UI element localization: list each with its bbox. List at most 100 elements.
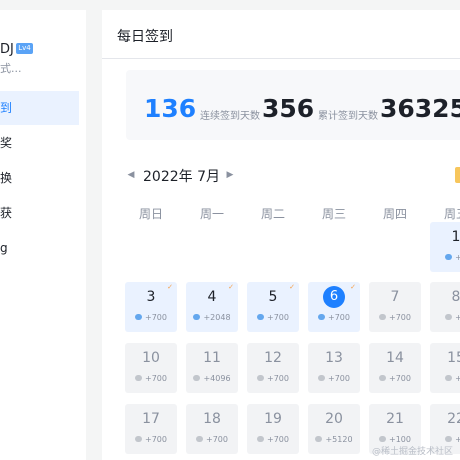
weekday-label: 周四 bbox=[382, 207, 407, 221]
ore-amount: +700 bbox=[145, 435, 167, 444]
ore-amount: +7 bbox=[455, 313, 460, 322]
ore-amount: +700 bbox=[389, 313, 411, 322]
streak-label: 连续签到天数 bbox=[200, 111, 260, 122]
check-icon: ✓ bbox=[228, 283, 234, 291]
check-icon: ✓ bbox=[167, 283, 173, 291]
ore-reward: +700 bbox=[125, 374, 177, 383]
day-number: 1 bbox=[451, 229, 460, 245]
calendar-day-cell[interactable]: 12 +700 bbox=[247, 343, 299, 393]
ore-reward: +700 bbox=[247, 435, 299, 444]
ore-icon bbox=[135, 314, 142, 320]
sidebar-item-checkin[interactable]: 到 bbox=[0, 91, 79, 125]
ore-icon bbox=[257, 314, 264, 320]
ore-reward: +700 bbox=[369, 313, 421, 322]
calendar-day-cell[interactable]: 17 +700 bbox=[125, 404, 177, 454]
day-number: 22 bbox=[447, 411, 460, 427]
ore-reward: +700 bbox=[125, 313, 177, 322]
weekday-label: 周日 bbox=[138, 207, 163, 221]
ore-icon bbox=[193, 375, 201, 381]
calendar-day-cell[interactable]: 10 +700 bbox=[125, 343, 177, 393]
ore-reward: +700 bbox=[247, 313, 299, 322]
calendar-day-cell[interactable]: 14 +700 bbox=[369, 343, 421, 393]
user-name[interactable]: DJ bbox=[0, 42, 14, 57]
chevron-right-icon[interactable]: ▶ bbox=[225, 168, 235, 182]
ore-reward: +7 bbox=[430, 435, 460, 444]
calendar-day-cell[interactable]: 3 +700 ✓ bbox=[125, 282, 177, 332]
day-number: 20 bbox=[325, 411, 343, 427]
gift-icon[interactable] bbox=[455, 167, 460, 183]
divider bbox=[102, 58, 460, 59]
day-number: 21 bbox=[386, 411, 404, 427]
ore-icon bbox=[445, 314, 453, 320]
calendar-day-cell[interactable]: 5 +700 ✓ bbox=[247, 282, 299, 332]
weekday-label: 周五 bbox=[443, 207, 460, 221]
ore-reward: +2048 bbox=[186, 313, 238, 322]
ore-amount: +700 bbox=[206, 435, 228, 444]
ore-reward: +6 bbox=[430, 253, 460, 262]
weekday-label: 周三 bbox=[321, 207, 346, 221]
day-number: 4 bbox=[207, 289, 217, 305]
day-number: 10 bbox=[142, 350, 160, 366]
page-title: 每日签到 bbox=[117, 29, 173, 45]
weekday-label: 周二 bbox=[260, 207, 285, 221]
day-number: 5 bbox=[268, 289, 278, 305]
month-switcher: ◀ 2022年 7月 ▶ bbox=[126, 165, 460, 187]
ore-reward: +4096 bbox=[186, 374, 238, 383]
day-number: 6 bbox=[323, 286, 345, 308]
ore-icon bbox=[196, 436, 203, 442]
calendar-day-cell[interactable]: 6 +700 ✓ bbox=[308, 282, 360, 332]
ore-count: 36325 bbox=[380, 94, 460, 123]
month-label: 2022年 7月 bbox=[143, 169, 220, 185]
sidebar-item-label: 到 bbox=[0, 101, 13, 115]
ore-amount: +700 bbox=[267, 374, 289, 383]
sidebar-item-label: 获 bbox=[0, 206, 13, 220]
watermark: @稀土掘金技术社区 bbox=[372, 447, 454, 457]
day-number: 17 bbox=[142, 411, 160, 427]
sidebar-item-lottery[interactable]: 奖 bbox=[0, 126, 79, 160]
ore-reward: +7 bbox=[430, 313, 460, 322]
ore-amount: +2048 bbox=[203, 313, 231, 322]
calendar-day-cell[interactable]: 20 +5120 bbox=[308, 404, 360, 454]
total-count: 356 bbox=[262, 94, 315, 123]
calendar-day-cell[interactable]: 7 +700 bbox=[369, 282, 421, 332]
calendar-day-cell[interactable]: 4 +2048 ✓ bbox=[186, 282, 238, 332]
check-icon: ✓ bbox=[289, 283, 295, 291]
day-number: 14 bbox=[386, 350, 404, 366]
level-badge: Lv4 bbox=[16, 43, 33, 54]
sidebar-item-label: g bbox=[0, 241, 8, 255]
ore-amount: +700 bbox=[145, 374, 167, 383]
day-number: 15 bbox=[447, 350, 460, 366]
ore-icon bbox=[135, 436, 142, 442]
ore-amount: +700 bbox=[328, 313, 350, 322]
calendar-day-cell[interactable]: 19 +700 bbox=[247, 404, 299, 454]
ore-icon bbox=[135, 375, 142, 381]
calendar-day-cell[interactable]: 11 +4096 bbox=[186, 343, 238, 393]
total-label: 累计签到天数 bbox=[318, 111, 378, 122]
ore-icon bbox=[318, 375, 325, 381]
ore-reward: +700 bbox=[308, 313, 360, 322]
day-number: 7 bbox=[390, 289, 400, 305]
ore-amount: +4096 bbox=[203, 374, 231, 383]
user-subtitle: 式... bbox=[0, 62, 22, 75]
chevron-left-icon[interactable]: ◀ bbox=[126, 168, 136, 182]
calendar-day-cell[interactable]: 18 +700 bbox=[186, 404, 238, 454]
ore-reward: +5120 bbox=[308, 435, 360, 444]
calendar-day-cell[interactable]: 1 +6 bbox=[430, 222, 460, 272]
day-number: 11 bbox=[203, 350, 221, 366]
calendar-day-cell[interactable]: 13 +700 bbox=[308, 343, 360, 393]
day-number: 13 bbox=[325, 350, 343, 366]
day-number: 8 bbox=[451, 289, 460, 305]
ore-icon bbox=[445, 436, 453, 442]
ore-reward: +700 bbox=[369, 374, 421, 383]
sidebar-item-label: 换 bbox=[0, 171, 13, 185]
ore-amount: +700 bbox=[328, 374, 350, 383]
sidebar-item-exchange[interactable]: 换 bbox=[0, 161, 79, 195]
ore-icon bbox=[379, 314, 386, 320]
sidebar-item-label: 奖 bbox=[0, 136, 13, 150]
ore-icon bbox=[315, 436, 323, 442]
sidebar-item-earn[interactable]: 获 bbox=[0, 196, 79, 230]
calendar-day-cell[interactable]: 15 +7 bbox=[430, 343, 460, 393]
calendar-day-cell[interactable]: 8 +7 bbox=[430, 282, 460, 332]
ore-icon bbox=[193, 314, 201, 320]
sidebar-item-bug[interactable]: g bbox=[0, 231, 79, 265]
